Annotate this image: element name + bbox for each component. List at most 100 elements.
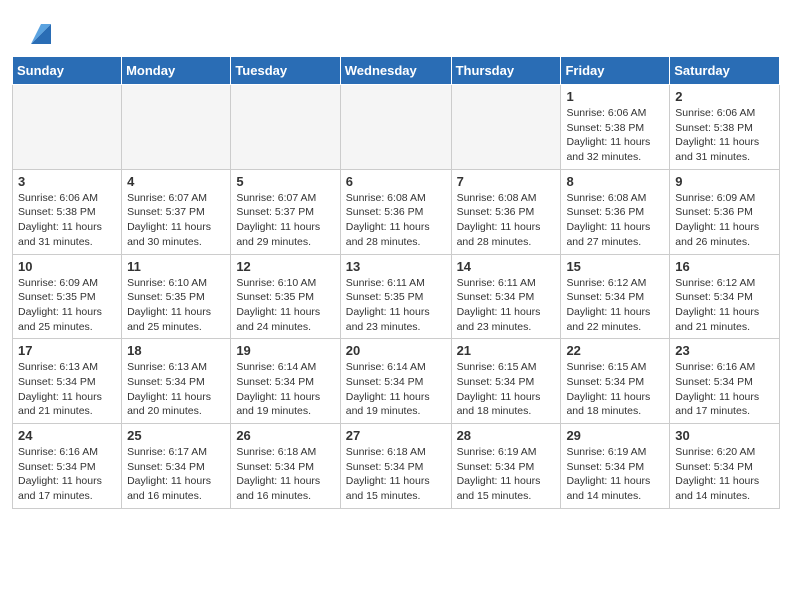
day-info: Sunrise: 6:18 AM Sunset: 5:34 PM Dayligh… (236, 445, 334, 504)
day-number: 15 (566, 259, 664, 274)
day-info: Sunrise: 6:15 AM Sunset: 5:34 PM Dayligh… (457, 360, 556, 419)
calendar-header: SundayMondayTuesdayWednesdayThursdayFrid… (13, 57, 780, 85)
day-number: 2 (675, 89, 774, 104)
calendar-cell (231, 85, 340, 170)
day-number: 5 (236, 174, 334, 189)
calendar-cell (13, 85, 122, 170)
calendar-wrapper: SundayMondayTuesdayWednesdayThursdayFrid… (0, 56, 792, 521)
day-info: Sunrise: 6:13 AM Sunset: 5:34 PM Dayligh… (127, 360, 225, 419)
calendar-week-row: 17 Sunrise: 6:13 AM Sunset: 5:34 PM Dayli… (13, 339, 780, 424)
day-number: 12 (236, 259, 334, 274)
calendar-cell: 19 Sunrise: 6:14 AM Sunset: 5:34 PM Dayli… (231, 339, 340, 424)
day-number: 16 (675, 259, 774, 274)
day-info: Sunrise: 6:07 AM Sunset: 5:37 PM Dayligh… (236, 191, 334, 250)
day-number: 28 (457, 428, 556, 443)
calendar-cell: 4 Sunrise: 6:07 AM Sunset: 5:37 PM Daylig… (122, 169, 231, 254)
day-info: Sunrise: 6:08 AM Sunset: 5:36 PM Dayligh… (566, 191, 664, 250)
day-info: Sunrise: 6:18 AM Sunset: 5:34 PM Dayligh… (346, 445, 446, 504)
calendar-cell: 23 Sunrise: 6:16 AM Sunset: 5:34 PM Dayli… (670, 339, 780, 424)
day-number: 17 (18, 343, 116, 358)
day-info: Sunrise: 6:09 AM Sunset: 5:35 PM Dayligh… (18, 276, 116, 335)
calendar-cell: 22 Sunrise: 6:15 AM Sunset: 5:34 PM Dayli… (561, 339, 670, 424)
calendar-cell: 29 Sunrise: 6:19 AM Sunset: 5:34 PM Dayli… (561, 424, 670, 509)
day-number: 9 (675, 174, 774, 189)
weekday-header: Thursday (451, 57, 561, 85)
calendar-cell: 6 Sunrise: 6:08 AM Sunset: 5:36 PM Daylig… (340, 169, 451, 254)
day-number: 11 (127, 259, 225, 274)
day-info: Sunrise: 6:14 AM Sunset: 5:34 PM Dayligh… (346, 360, 446, 419)
day-number: 27 (346, 428, 446, 443)
day-info: Sunrise: 6:11 AM Sunset: 5:35 PM Dayligh… (346, 276, 446, 335)
day-number: 25 (127, 428, 225, 443)
calendar-week-row: 1 Sunrise: 6:06 AM Sunset: 5:38 PM Daylig… (13, 85, 780, 170)
day-number: 21 (457, 343, 556, 358)
calendar-cell: 20 Sunrise: 6:14 AM Sunset: 5:34 PM Dayli… (340, 339, 451, 424)
weekday-header: Wednesday (340, 57, 451, 85)
day-info: Sunrise: 6:19 AM Sunset: 5:34 PM Dayligh… (457, 445, 556, 504)
calendar-cell: 24 Sunrise: 6:16 AM Sunset: 5:34 PM Dayli… (13, 424, 122, 509)
calendar-cell (122, 85, 231, 170)
weekday-header: Saturday (670, 57, 780, 85)
calendar-week-row: 10 Sunrise: 6:09 AM Sunset: 5:35 PM Dayli… (13, 254, 780, 339)
day-number: 14 (457, 259, 556, 274)
calendar-cell: 10 Sunrise: 6:09 AM Sunset: 5:35 PM Dayli… (13, 254, 122, 339)
day-number: 26 (236, 428, 334, 443)
day-number: 19 (236, 343, 334, 358)
day-info: Sunrise: 6:06 AM Sunset: 5:38 PM Dayligh… (566, 106, 664, 165)
day-number: 24 (18, 428, 116, 443)
calendar-cell: 7 Sunrise: 6:08 AM Sunset: 5:36 PM Daylig… (451, 169, 561, 254)
calendar-cell: 12 Sunrise: 6:10 AM Sunset: 5:35 PM Dayli… (231, 254, 340, 339)
day-number: 23 (675, 343, 774, 358)
day-number: 4 (127, 174, 225, 189)
day-info: Sunrise: 6:19 AM Sunset: 5:34 PM Dayligh… (566, 445, 664, 504)
day-info: Sunrise: 6:13 AM Sunset: 5:34 PM Dayligh… (18, 360, 116, 419)
day-number: 10 (18, 259, 116, 274)
day-number: 1 (566, 89, 664, 104)
day-info: Sunrise: 6:09 AM Sunset: 5:36 PM Dayligh… (675, 191, 774, 250)
day-number: 6 (346, 174, 446, 189)
day-info: Sunrise: 6:16 AM Sunset: 5:34 PM Dayligh… (675, 360, 774, 419)
calendar-cell: 27 Sunrise: 6:18 AM Sunset: 5:34 PM Dayli… (340, 424, 451, 509)
calendar-cell: 26 Sunrise: 6:18 AM Sunset: 5:34 PM Dayli… (231, 424, 340, 509)
day-number: 22 (566, 343, 664, 358)
day-info: Sunrise: 6:10 AM Sunset: 5:35 PM Dayligh… (236, 276, 334, 335)
day-info: Sunrise: 6:14 AM Sunset: 5:34 PM Dayligh… (236, 360, 334, 419)
day-info: Sunrise: 6:10 AM Sunset: 5:35 PM Dayligh… (127, 276, 225, 335)
calendar-cell: 2 Sunrise: 6:06 AM Sunset: 5:38 PM Daylig… (670, 85, 780, 170)
day-info: Sunrise: 6:20 AM Sunset: 5:34 PM Dayligh… (675, 445, 774, 504)
calendar-table: SundayMondayTuesdayWednesdayThursdayFrid… (12, 56, 780, 509)
logo (20, 16, 55, 48)
day-number: 29 (566, 428, 664, 443)
weekday-header: Tuesday (231, 57, 340, 85)
logo-icon (23, 16, 55, 48)
day-number: 8 (566, 174, 664, 189)
weekday-header: Friday (561, 57, 670, 85)
calendar-week-row: 3 Sunrise: 6:06 AM Sunset: 5:38 PM Daylig… (13, 169, 780, 254)
day-info: Sunrise: 6:15 AM Sunset: 5:34 PM Dayligh… (566, 360, 664, 419)
day-number: 7 (457, 174, 556, 189)
day-number: 30 (675, 428, 774, 443)
day-info: Sunrise: 6:06 AM Sunset: 5:38 PM Dayligh… (18, 191, 116, 250)
day-info: Sunrise: 6:12 AM Sunset: 5:34 PM Dayligh… (566, 276, 664, 335)
day-info: Sunrise: 6:17 AM Sunset: 5:34 PM Dayligh… (127, 445, 225, 504)
calendar-cell: 14 Sunrise: 6:11 AM Sunset: 5:34 PM Dayli… (451, 254, 561, 339)
day-info: Sunrise: 6:11 AM Sunset: 5:34 PM Dayligh… (457, 276, 556, 335)
day-info: Sunrise: 6:08 AM Sunset: 5:36 PM Dayligh… (457, 191, 556, 250)
day-info: Sunrise: 6:12 AM Sunset: 5:34 PM Dayligh… (675, 276, 774, 335)
weekday-header: Sunday (13, 57, 122, 85)
calendar-cell: 28 Sunrise: 6:19 AM Sunset: 5:34 PM Dayli… (451, 424, 561, 509)
weekday-header: Monday (122, 57, 231, 85)
day-info: Sunrise: 6:07 AM Sunset: 5:37 PM Dayligh… (127, 191, 225, 250)
day-number: 20 (346, 343, 446, 358)
calendar-cell: 5 Sunrise: 6:07 AM Sunset: 5:37 PM Daylig… (231, 169, 340, 254)
calendar-cell (340, 85, 451, 170)
day-info: Sunrise: 6:08 AM Sunset: 5:36 PM Dayligh… (346, 191, 446, 250)
day-number: 3 (18, 174, 116, 189)
calendar-cell: 16 Sunrise: 6:12 AM Sunset: 5:34 PM Dayli… (670, 254, 780, 339)
calendar-cell: 11 Sunrise: 6:10 AM Sunset: 5:35 PM Dayli… (122, 254, 231, 339)
day-number: 18 (127, 343, 225, 358)
calendar-cell: 17 Sunrise: 6:13 AM Sunset: 5:34 PM Dayli… (13, 339, 122, 424)
day-number: 13 (346, 259, 446, 274)
day-info: Sunrise: 6:06 AM Sunset: 5:38 PM Dayligh… (675, 106, 774, 165)
day-info: Sunrise: 6:16 AM Sunset: 5:34 PM Dayligh… (18, 445, 116, 504)
